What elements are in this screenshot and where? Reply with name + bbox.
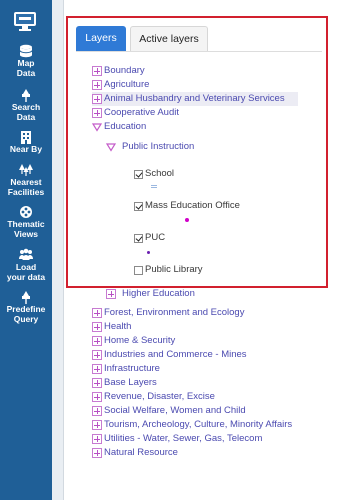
- panel-splitter[interactable]: [52, 0, 64, 500]
- nav-label: Nearest Facilities: [7, 177, 45, 197]
- tree-item-cooperative-audit[interactable]: Cooperative Audit: [92, 106, 179, 120]
- tree-item-base-layers[interactable]: Base Layers: [92, 376, 157, 390]
- tree-item-label: Natural Resource: [104, 447, 178, 458]
- expand-icon[interactable]: [92, 350, 102, 360]
- layer-label: PUC: [145, 232, 166, 243]
- left-navigation-rail: Map Data Search Data Near By Nearest Fac…: [0, 0, 52, 500]
- tree-item-label: Agriculture: [104, 79, 150, 90]
- layer-label: School: [145, 168, 175, 179]
- expand-icon[interactable]: [106, 289, 116, 299]
- tree-item-higher-education[interactable]: Higher Education: [106, 287, 195, 301]
- tree-item-forest[interactable]: Forest, Environment and Ecology: [92, 306, 244, 320]
- expand-icon[interactable]: [92, 420, 102, 430]
- tree-item-label: Base Layers: [104, 377, 157, 388]
- tree-item-label: Utilities - Water, Sewer, Gas, Telecom: [104, 433, 263, 444]
- tree-item-label: Cooperative Audit: [104, 107, 179, 118]
- expand-icon[interactable]: [92, 434, 102, 444]
- tree-item-education[interactable]: Education: [92, 120, 146, 134]
- tree-item-revenue[interactable]: Revenue, Disaster, Excise: [92, 390, 215, 404]
- expand-icon[interactable]: [92, 406, 102, 416]
- nav-label: Search Data: [11, 102, 41, 122]
- tab-active-layers[interactable]: Active layers: [130, 26, 208, 51]
- tree-item-natural-resource[interactable]: Natural Resource: [92, 446, 178, 460]
- tree-item-animal-husbandry[interactable]: Animal Husbandry and Veterinary Services: [92, 92, 298, 106]
- tree-item-industries[interactable]: Industries and Commerce - Mines: [92, 348, 247, 362]
- palette-icon: [20, 206, 32, 218]
- layer-school[interactable]: School: [134, 167, 174, 181]
- expand-icon[interactable]: [92, 322, 102, 332]
- tree-item-label: Education: [104, 121, 147, 132]
- tree-item-label: Higher Education: [122, 288, 195, 299]
- nav-label: Predefine Query: [6, 304, 46, 324]
- layer-label: Public Library: [145, 264, 203, 275]
- expand-icon[interactable]: [92, 108, 102, 118]
- tree-item-label: Home & Security: [104, 335, 176, 346]
- tree-item-utilities[interactable]: Utilities - Water, Sewer, Gas, Telecom: [92, 432, 262, 446]
- tree-item-label: Forest, Environment and Ecology: [104, 307, 245, 318]
- collapse-triangle-icon[interactable]: [92, 122, 102, 132]
- expand-icon[interactable]: [92, 448, 102, 458]
- trees-icon: [19, 164, 33, 176]
- layer-public-library[interactable]: Public Library: [134, 263, 203, 277]
- users-icon: [19, 248, 33, 260]
- tree-item-infrastructure[interactable]: Infrastructure: [92, 362, 160, 376]
- nav-predefine-query[interactable]: Predefine Query: [0, 290, 52, 324]
- expand-icon[interactable]: [92, 364, 102, 374]
- pin-icon: [22, 291, 30, 304]
- layer-puc[interactable]: PUC: [134, 231, 165, 245]
- tree-item-agriculture[interactable]: Agriculture: [92, 78, 149, 92]
- tree-item-label: Industries and Commerce - Mines: [104, 349, 247, 360]
- puc-checkbox[interactable]: [134, 233, 143, 243]
- nav-label: Thematic Views: [7, 219, 45, 239]
- mass-education-checkbox[interactable]: [134, 201, 143, 211]
- nav-map-data[interactable]: Map Data: [0, 44, 52, 78]
- expand-icon[interactable]: [92, 378, 102, 388]
- tab-divider: [76, 51, 322, 52]
- mass-education-legend-dot: [185, 218, 189, 222]
- expand-icon[interactable]: [92, 66, 102, 76]
- tree-item-home-security[interactable]: Home & Security: [92, 334, 175, 348]
- database-icon: [19, 44, 33, 58]
- pin-icon: [22, 89, 30, 102]
- nav-near-by[interactable]: Near By: [0, 130, 52, 154]
- school-legend-symbol: [151, 185, 157, 188]
- nav-thematic-views[interactable]: Thematic Views: [0, 205, 52, 239]
- monitor-icon[interactable]: [10, 6, 40, 36]
- tree-item-label: Health: [104, 321, 132, 332]
- collapse-triangle-icon[interactable]: [106, 142, 116, 152]
- tab-layers[interactable]: Layers: [76, 26, 126, 51]
- expand-icon[interactable]: [92, 392, 102, 402]
- puc-legend-dot: [147, 251, 150, 254]
- expand-icon[interactable]: [92, 336, 102, 346]
- nav-label: Load your data: [6, 262, 46, 282]
- tree-item-label: Social Welfare, Women and Child: [104, 405, 246, 416]
- tree-item-label: Tourism, Archeology, Culture, Minority A…: [104, 419, 293, 430]
- tree-item-label: Public Instruction: [122, 141, 195, 152]
- tree-item-tourism[interactable]: Tourism, Archeology, Culture, Minority A…: [92, 418, 292, 432]
- nav-nearest-facilities[interactable]: Nearest Facilities: [0, 163, 52, 197]
- nav-label: Map Data: [16, 58, 36, 78]
- building-icon: [21, 131, 31, 144]
- nav-search-data[interactable]: Search Data: [0, 88, 52, 122]
- nav-load-your-data[interactable]: Load your data: [0, 248, 52, 282]
- school-checkbox[interactable]: [134, 169, 143, 179]
- tree-item-label: Infrastructure: [104, 363, 160, 374]
- public-library-checkbox[interactable]: [134, 265, 143, 275]
- tree-item-label: Boundary: [104, 65, 145, 76]
- tree-item-label: Animal Husbandry and Veterinary Services: [104, 93, 285, 104]
- expand-icon[interactable]: [92, 80, 102, 90]
- layer-mass-education-office[interactable]: Mass Education Office: [134, 199, 240, 213]
- tree-item-social-welfare[interactable]: Social Welfare, Women and Child: [92, 404, 246, 418]
- expand-icon[interactable]: [92, 94, 102, 104]
- tree-item-label: Revenue, Disaster, Excise: [104, 391, 215, 402]
- tree-item-health[interactable]: Health: [92, 320, 131, 334]
- nav-label: Near By: [9, 144, 43, 154]
- tree-item-public-instruction[interactable]: Public Instruction: [106, 140, 194, 154]
- expand-icon[interactable]: [92, 308, 102, 318]
- layer-label: Mass Education Office: [145, 200, 240, 211]
- tree-item-boundary[interactable]: Boundary: [92, 64, 145, 78]
